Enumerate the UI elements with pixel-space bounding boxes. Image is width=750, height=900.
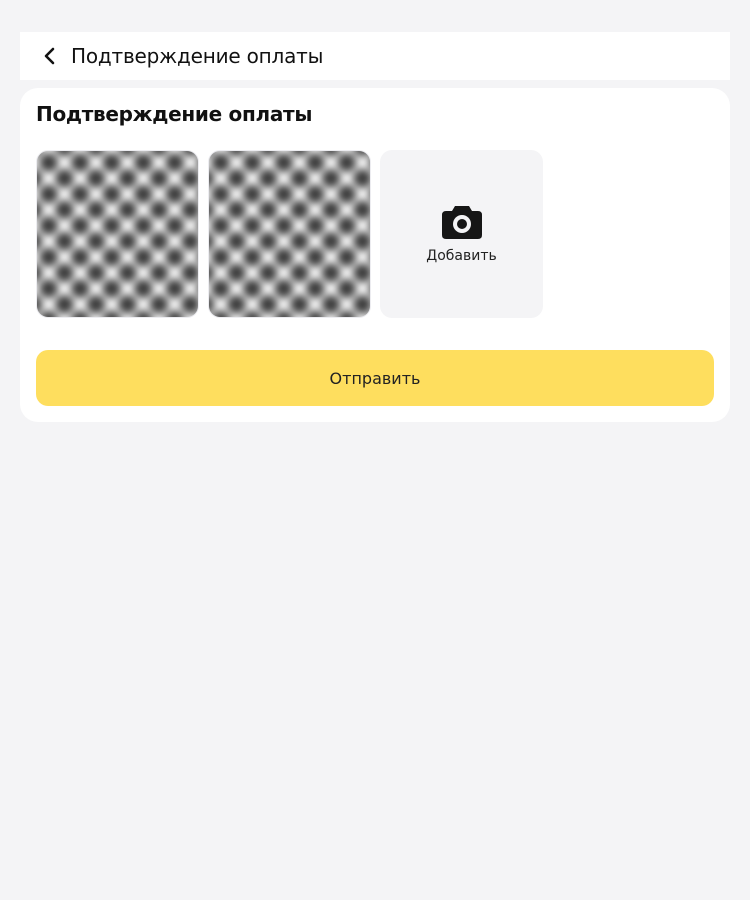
- photo-thumbnail[interactable]: [36, 150, 199, 318]
- photo-image: [37, 151, 198, 317]
- payment-confirmation-card: Подтверждение оплаты Добавить Отправить: [20, 88, 730, 422]
- add-photo-label: Добавить: [426, 248, 497, 264]
- back-button[interactable]: [30, 36, 70, 76]
- photo-image: [209, 151, 370, 317]
- add-photo-button[interactable]: Добавить: [380, 150, 543, 318]
- top-bar: Подтверждение оплаты: [20, 32, 730, 80]
- page-title: Подтверждение оплаты: [71, 44, 324, 68]
- submit-button[interactable]: Отправить: [36, 350, 714, 406]
- camera-icon: [441, 206, 482, 239]
- chevron-left-icon: [44, 47, 55, 65]
- card-title: Подтверждение оплаты: [36, 102, 313, 126]
- photo-list: Добавить: [36, 150, 543, 318]
- photo-thumbnail[interactable]: [208, 150, 371, 318]
